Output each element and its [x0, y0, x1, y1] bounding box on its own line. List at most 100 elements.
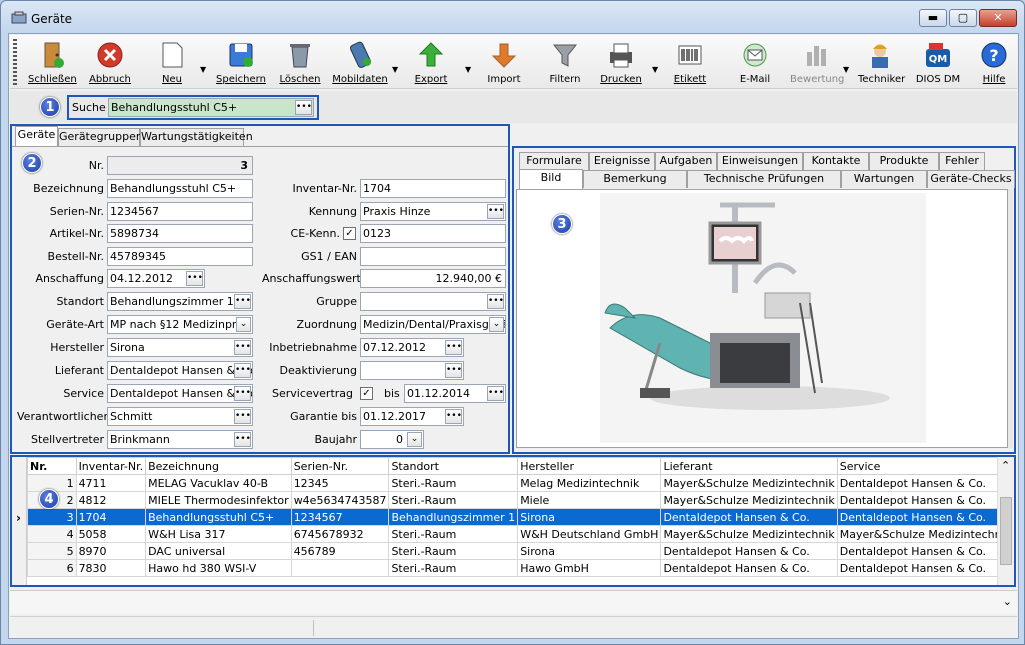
close-button[interactable]: ✕: [979, 9, 1017, 27]
table-row[interactable]: 6 7830 Hawo hd 380 WSI-V Steri.-Raum Hawo Gm…: [27, 559, 1015, 577]
table-cell[interactable]: 8970: [75, 542, 147, 560]
table-cell[interactable]: Mayer&Schulze Medizintechnik: [660, 491, 838, 509]
column-header[interactable]: Standort: [388, 457, 519, 475]
search-input[interactable]: Behandlungsstuhl C5+ •••: [108, 98, 314, 117]
table-cell[interactable]: Mayer&Schulze Medizintechnik: [660, 474, 838, 492]
dropdown-arrow-icon[interactable]: ▼: [392, 65, 398, 74]
table-cell[interactable]: 7830: [75, 559, 147, 577]
chevron-down-icon[interactable]: ⌄: [407, 432, 422, 447]
column-header[interactable]: Hersteller: [517, 457, 662, 475]
lieferant-field[interactable]: Dentaldepot Hansen & Co. •••: [107, 361, 253, 380]
table-cell[interactable]: 4711: [75, 474, 147, 492]
table-cell[interactable]: Steri.-Raum: [388, 542, 519, 560]
stellvertreter-field[interactable]: Brinkmann •••: [107, 430, 253, 449]
scroll-up-icon[interactable]: ⌃: [1001, 459, 1010, 472]
table-cell[interactable]: Behandlungsstuhl C5+: [145, 508, 292, 526]
tab-wartungstaetigkeiten[interactable]: Wartungstätigkeiten: [140, 128, 253, 146]
tab-produkte[interactable]: Produkte: [869, 152, 939, 170]
table-cell[interactable]: Behandlungszimmer 1: [388, 508, 519, 526]
gruppe-field[interactable]: •••: [360, 292, 506, 311]
standort-field[interactable]: Behandlungszimmer 1 •••: [107, 292, 253, 311]
table-cell[interactable]: Sirona: [517, 542, 662, 560]
table-cell[interactable]: DAC universal: [145, 542, 292, 560]
tab-bild[interactable]: Bild: [519, 169, 583, 189]
table-cell[interactable]: Dentaldepot Hansen & Co.: [660, 559, 838, 577]
deaktivierung-date-field[interactable]: •••: [360, 361, 464, 380]
email-button[interactable]: E-Mail: [732, 38, 778, 86]
tab-einweisungen[interactable]: Einweisungen: [717, 152, 803, 170]
servicevertrag-checkbox[interactable]: ✓: [360, 387, 373, 400]
inbetriebnahme-date-field[interactable]: 07.12.2012 •••: [360, 338, 464, 357]
loeschen-button[interactable]: Löschen: [278, 38, 322, 86]
chevron-down-icon[interactable]: ⌄: [236, 317, 251, 332]
zuordnung-select[interactable]: Medizin/Dental/Praxisgerä ⌄: [360, 315, 506, 334]
tab-fehler[interactable]: Fehler: [939, 152, 985, 170]
table-cell[interactable]: Miele: [517, 491, 662, 509]
hersteller-field[interactable]: Sirona •••: [107, 338, 253, 357]
table-cell[interactable]: Dentaldepot Hansen & Co.: [836, 491, 1015, 509]
ce-field[interactable]: 0123: [360, 224, 506, 243]
dropdown-arrow-icon[interactable]: ▼: [465, 65, 471, 74]
table-cell[interactable]: w4e5634743587: [290, 491, 390, 509]
table-row[interactable]: 4 5058 W&H Lisa 317 6745678932 Steri.-Raum W&…: [27, 525, 1015, 543]
ce-checkbox[interactable]: ✓: [343, 227, 356, 240]
column-header[interactable]: Serien-Nr.: [290, 457, 390, 475]
minimize-button[interactable]: ▬: [919, 9, 947, 27]
table-cell[interactable]: Dentaldepot Hansen & Co.: [836, 542, 1015, 560]
table-cell[interactable]: Melag Medizintechnik: [517, 474, 662, 492]
table-cell[interactable]: 456789: [290, 542, 390, 560]
speichern-button[interactable]: Speichern: [216, 38, 266, 86]
table-cell[interactable]: 12345: [290, 474, 390, 492]
garantie-date-field[interactable]: 01.12.2017 •••: [360, 407, 464, 426]
inbetriebnahme-picker-button[interactable]: •••: [445, 340, 462, 355]
column-header[interactable]: Nr.: [27, 457, 77, 475]
column-header[interactable]: Inventar-Nr.: [75, 457, 147, 475]
tab-kontakte[interactable]: Kontakte: [803, 152, 869, 170]
maximize-button[interactable]: ▢: [949, 9, 977, 27]
table-cell[interactable]: W&H Deutschland GmbH: [517, 525, 662, 543]
diosdm-button[interactable]: QM DIOS DM: [913, 38, 963, 86]
tab-gertechecks[interactable]: Geräte-Checks: [927, 170, 1015, 188]
baujahr-select[interactable]: 0 ⌄: [360, 430, 424, 449]
table-cell[interactable]: 5058: [75, 525, 147, 543]
table-cell[interactable]: 1234567: [290, 508, 390, 526]
servicevertrag-picker-button[interactable]: •••: [487, 386, 504, 401]
table-cell[interactable]: Dentaldepot Hansen & Co.: [836, 559, 1015, 577]
bezeichnung-field[interactable]: Behandlungsstuhl C5+: [107, 179, 253, 198]
table-row[interactable]: 1 4711 MELAG Vacuklav 40-B 12345 Steri.-Raum…: [27, 474, 1015, 492]
inventar-field[interactable]: 1704: [360, 179, 506, 198]
table-cell[interactable]: Dentaldepot Hansen & Co.: [836, 508, 1015, 526]
tab-bemerkung[interactable]: Bemerkung: [583, 170, 687, 188]
table-cell[interactable]: 4812: [75, 491, 147, 509]
bewertung-button[interactable]: Bewertung: [790, 38, 844, 86]
table-cell[interactable]: MELAG Vacuklav 40-B: [145, 474, 292, 492]
service-browse-button[interactable]: •••: [234, 386, 251, 401]
anschaffungswert-field[interactable]: 12.940,00 €: [360, 269, 506, 288]
table-cell[interactable]: Steri.-Raum: [388, 491, 519, 509]
garantie-picker-button[interactable]: •••: [445, 409, 462, 424]
bestell-field[interactable]: 45789345: [107, 247, 253, 266]
table-cell[interactable]: Mayer&Schulze Medizintechnik: [836, 525, 1015, 543]
scroll-down-icon[interactable]: ⌄: [1003, 595, 1012, 608]
table-cell[interactable]: Steri.-Raum: [388, 474, 519, 492]
kennung-browse-button[interactable]: •••: [487, 204, 504, 219]
table-cell[interactable]: [290, 559, 390, 577]
tab-geraetegruppen[interactable]: Gerätegruppen: [58, 128, 143, 146]
mobildaten-button[interactable]: Mobildaten: [332, 38, 388, 86]
dropdown-arrow-icon[interactable]: ▼: [652, 65, 658, 74]
artikel-field[interactable]: 5898734: [107, 224, 253, 243]
chevron-down-icon[interactable]: ⌄: [489, 317, 504, 332]
geraeteart-select[interactable]: MP nach §12 Medizinproc ⌄: [107, 315, 253, 334]
table-cell[interactable]: Steri.-Raum: [388, 525, 519, 543]
schliessen-button[interactable]: Schließen: [28, 38, 77, 86]
table-cell[interactable]: 6745678932: [290, 525, 390, 543]
table-cell[interactable]: Mayer&Schulze Medizintechnik: [660, 525, 838, 543]
stellvertreter-browse-button[interactable]: •••: [234, 432, 251, 447]
dropdown-arrow-icon[interactable]: ▼: [200, 65, 206, 74]
table-cell[interactable]: Hawo GmbH: [517, 559, 662, 577]
neu-button[interactable]: Neu: [150, 38, 194, 86]
filtern-button[interactable]: Filtern: [543, 38, 587, 86]
standort-browse-button[interactable]: •••: [234, 294, 251, 309]
table-cell[interactable]: 5: [27, 542, 77, 560]
table-cell[interactable]: Dentaldepot Hansen & Co.: [836, 474, 1015, 492]
